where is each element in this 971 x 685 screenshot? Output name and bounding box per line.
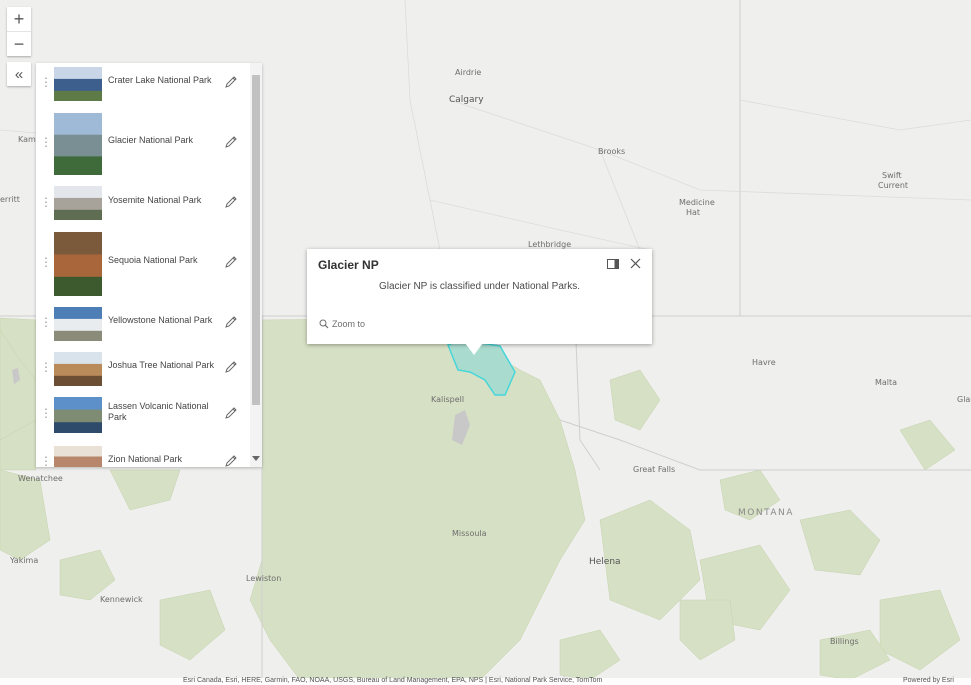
place-label: Calgary: [449, 95, 484, 105]
zoom-control: + −: [7, 7, 31, 56]
drag-handle-icon[interactable]: ⋮: [40, 360, 52, 374]
list-item-label: Sequoia National Park: [108, 255, 198, 265]
park-thumbnail: [54, 113, 102, 175]
collapse-panel-button[interactable]: «: [7, 62, 31, 86]
place-label: Malta: [875, 378, 898, 387]
place-label: Great Falls: [633, 465, 676, 474]
place-label: Yakima: [10, 556, 39, 565]
park-thumbnail: [54, 186, 102, 220]
place-label: Brooks: [598, 147, 626, 156]
pencil-icon[interactable]: [224, 255, 238, 269]
drag-handle-icon[interactable]: ⋮: [40, 454, 52, 467]
place-label: Swift: [882, 171, 902, 180]
list-item-label: Yellowstone National Park: [108, 315, 213, 325]
list-item-label: Yosemite National Park: [108, 195, 202, 205]
park-thumbnail: [54, 352, 102, 386]
pencil-icon[interactable]: [224, 135, 238, 149]
park-thumbnail: [54, 397, 102, 433]
list-item-label: Glacier National Park: [108, 135, 194, 145]
popup-pointer: [465, 343, 483, 355]
park-thumbnail: [54, 307, 102, 341]
place-label: Helena: [589, 557, 621, 567]
park-thumbnail: [54, 232, 102, 296]
attribution-text: Esri Canada, Esri, HERE, Garmin, FAO, NO…: [183, 677, 603, 684]
pencil-icon[interactable]: [224, 454, 238, 467]
popup-body: Glacier NP is classified under National …: [378, 281, 580, 292]
pencil-icon[interactable]: [224, 406, 238, 420]
park-thumbnail: [54, 67, 102, 101]
list-item-label: Crater Lake National Park: [108, 75, 212, 85]
zoom-in-button[interactable]: +: [7, 7, 31, 31]
pencil-icon[interactable]: [224, 315, 238, 329]
popup-title: Glacier NP: [318, 258, 379, 272]
place-label: Kennewick: [100, 595, 143, 604]
magnifier-icon: [319, 319, 329, 329]
place-label: Wenatchee: [18, 474, 63, 483]
zoom-to-button[interactable]: Zoom to: [319, 319, 365, 329]
feature-list-panel: ⋮ Crater Lake National Park ⋮ Glacier Natio…: [36, 63, 262, 467]
zoom-out-button[interactable]: −: [7, 31, 31, 56]
drag-handle-icon[interactable]: ⋮: [40, 255, 52, 269]
feature-list: ⋮ Crater Lake National Park ⋮ Glacier Natio…: [36, 63, 248, 467]
park-thumbnail: [54, 446, 102, 467]
pencil-icon[interactable]: [224, 360, 238, 374]
place-label: Kalispell: [431, 395, 465, 404]
place-label: MONTANA: [738, 508, 794, 518]
pencil-icon[interactable]: [224, 195, 238, 209]
place-label: Missoula: [452, 529, 487, 538]
pencil-icon[interactable]: [224, 75, 238, 89]
list-item-label: Joshua Tree National Park: [108, 360, 215, 370]
scrollbar[interactable]: [250, 63, 262, 467]
list-item-label: Zion National Park: [108, 454, 183, 464]
drag-handle-icon[interactable]: ⋮: [40, 75, 52, 89]
powered-by-link[interactable]: Powered by Esri: [903, 677, 954, 684]
scroll-down-arrow[interactable]: [252, 456, 260, 461]
place-label: Lewiston: [246, 574, 282, 583]
place-label: Lethbridge: [528, 240, 572, 249]
drag-handle-icon[interactable]: ⋮: [40, 135, 52, 149]
place-label: Havre: [752, 358, 776, 367]
drag-handle-icon[interactable]: ⋮: [40, 195, 52, 209]
attribution-bar: Esri Canada, Esri, HERE, Garmin, FAO, NO…: [0, 677, 971, 685]
place-label: Airdrie: [455, 68, 482, 77]
zoom-to-label: Zoom to: [332, 319, 366, 329]
place-label: Billings: [830, 637, 859, 646]
drag-handle-icon[interactable]: ⋮: [40, 406, 52, 420]
place-label: Glas: [957, 395, 971, 404]
place-label: Medicine: [679, 198, 715, 207]
scrollbar-thumb[interactable]: [252, 75, 260, 405]
feature-popup: Glacier NP Glacier NP is classified unde…: [307, 249, 652, 344]
place-label: erritt: [0, 195, 20, 204]
close-icon[interactable]: [629, 257, 642, 270]
place-label: Hat: [686, 208, 701, 217]
drag-handle-icon[interactable]: ⋮: [40, 315, 52, 329]
place-label: Current: [878, 181, 909, 190]
list-item-label: Lassen Volcanic National Park: [108, 401, 209, 422]
dock-icon[interactable]: [607, 258, 619, 270]
